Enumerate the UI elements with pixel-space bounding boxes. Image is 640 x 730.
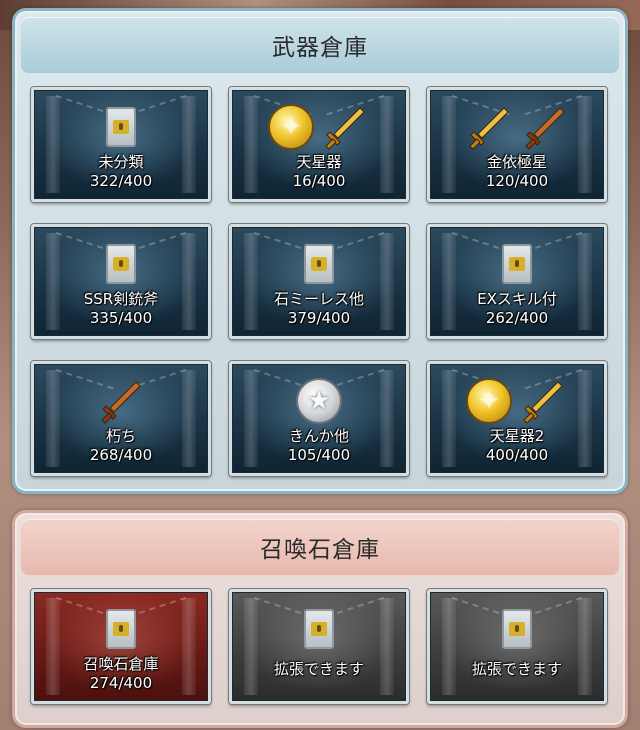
box-name: EXスキル付 [477,290,557,308]
gold-star-medal-icon: ✦ [268,104,314,150]
box-label: 拡張できます [430,660,604,679]
rusted-sword-icon [96,376,146,426]
lock-icon [502,244,532,284]
box-count: 105/400 [287,446,351,464]
box-label: 召喚石倉庫 274/400 [34,655,208,693]
box-label: EXスキル付 262/400 [430,290,604,328]
box-label: 未分類 322/400 [34,153,208,191]
lock-icon [106,107,136,147]
box-count: 262/400 [485,309,549,327]
box-label: 朽ち 268/400 [34,427,208,465]
weapon-box-miles[interactable]: 石ミーレス他 379/400 [229,224,409,339]
box-name: 朽ち [105,427,136,445]
box-label: 金依極星 120/400 [430,153,604,191]
box-name: 金依極星 [486,153,547,171]
box-icons [34,376,208,426]
gold-sword-icon [320,102,370,152]
weapon-box-grid: 未分類 322/400 ✦ 天星器 16/400 金依極星 120/400 SS… [21,87,619,476]
box-icons [430,102,604,152]
lock-plate-icon [113,622,129,636]
weapon-box-rusted[interactable]: 朽ち 268/400 [31,361,211,476]
box-name: 天星器 [296,153,342,171]
box-icons [430,239,604,289]
box-icons [232,604,406,654]
lock-icon [304,609,334,649]
weapon-storage-panel: 武器倉庫 未分類 322/400 ✦ 天星器 16/400 金依極星 120/4… [12,8,628,494]
lock-icon [304,244,334,284]
box-name: 石ミーレス他 [273,290,364,308]
summon-box-expandable-2[interactable]: 拡張できます [427,589,607,704]
box-count: 268/400 [89,446,153,464]
weapon-box-kinka[interactable]: ★ きんか他 105/400 [229,361,409,476]
box-label: 拡張できます [232,660,406,679]
weapon-box-ex-skill[interactable]: EXスキル付 262/400 [427,224,607,339]
box-icons [430,604,604,654]
box-icons: ★ [232,376,406,426]
box-label: きんか他 105/400 [232,427,406,465]
lock-icon [106,609,136,649]
box-label: 天星器 16/400 [232,153,406,191]
box-icons: ✦ [430,376,604,426]
weapon-box-unsorted[interactable]: 未分類 322/400 [31,87,211,202]
gold-star-medal-icon: ✦ [466,378,512,424]
summon-storage-panel: 召喚石倉庫 召喚石倉庫 274/400 拡張できます 拡張できます [12,510,628,728]
lock-icon [106,244,136,284]
box-count: 400/400 [485,446,549,464]
summon-box-grid: 召喚石倉庫 274/400 拡張できます 拡張できます [21,589,619,704]
box-name: 未分類 [98,153,144,171]
box-count: 379/400 [287,309,351,327]
silver-star-medal-icon: ★ [296,378,342,424]
box-name: 天星器2 [489,427,545,445]
lock-plate-icon [113,120,129,134]
box-label: 天星器2 400/400 [430,427,604,465]
box-name: 拡張できます [471,660,562,678]
box-name: 召喚石倉庫 [83,655,159,673]
gold-sword-icon [464,102,514,152]
rusted-sword-icon [520,102,570,152]
box-name: SSR剣銃斧 [83,290,159,308]
box-icons [232,239,406,289]
summon-box-main[interactable]: 召喚石倉庫 274/400 [31,589,211,704]
lock-icon [502,609,532,649]
weapon-box-ssr[interactable]: SSR剣銃斧 335/400 [31,224,211,339]
box-icons: ✦ [232,102,406,152]
summon-storage-title: 召喚石倉庫 [21,519,619,575]
box-count: 16/400 [292,172,346,190]
box-label: 石ミーレス他 379/400 [232,290,406,328]
gold-sword-icon [518,376,568,426]
box-label: SSR剣銃斧 335/400 [34,290,208,328]
weapon-storage-title: 武器倉庫 [21,17,619,73]
lock-plate-icon [311,257,327,271]
lock-plate-icon [509,622,525,636]
box-name: 拡張できます [273,660,364,678]
box-count: 274/400 [89,674,153,692]
box-count: 335/400 [89,309,153,327]
box-count: 120/400 [485,172,549,190]
weapon-box-tenseiki[interactable]: ✦ 天星器 16/400 [229,87,409,202]
lock-plate-icon [311,622,327,636]
box-count: 322/400 [89,172,153,190]
lock-plate-icon [113,257,129,271]
box-icons [34,102,208,152]
summon-box-expandable-1[interactable]: 拡張できます [229,589,409,704]
weapon-box-kiniyokyokusei[interactable]: 金依極星 120/400 [427,87,607,202]
weapon-box-tenseiki-2[interactable]: ✦ 天星器2 400/400 [427,361,607,476]
box-name: きんか他 [288,427,349,445]
box-icons [34,604,208,654]
box-icons [34,239,208,289]
lock-plate-icon [509,257,525,271]
